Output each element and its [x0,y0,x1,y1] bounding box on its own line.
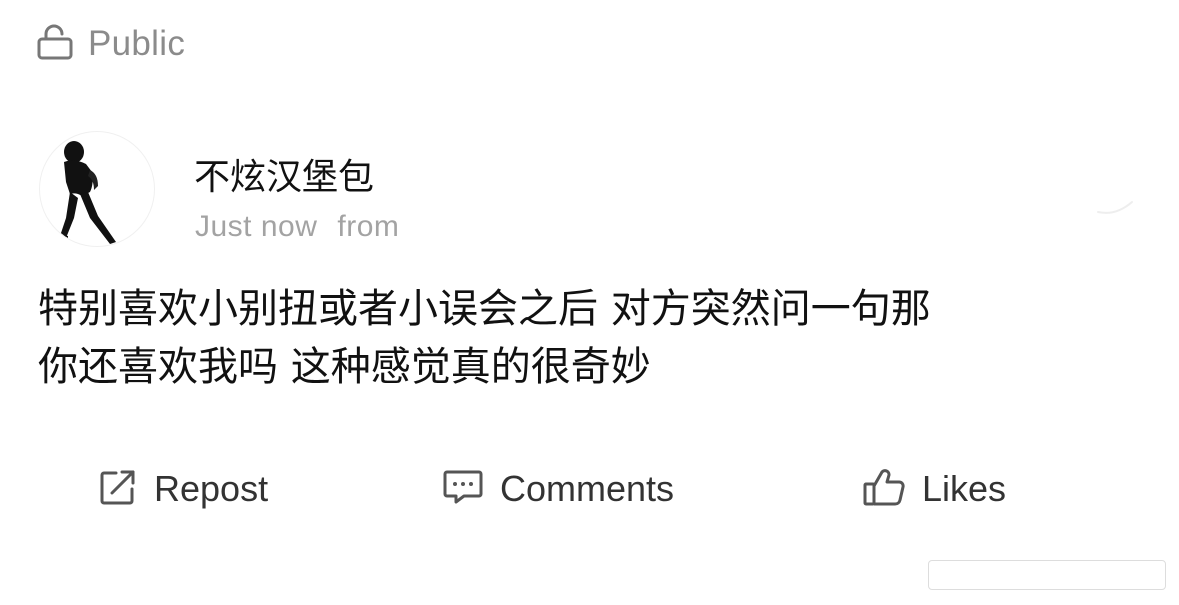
action-bar: Repost Comments Likes [0,458,1179,520]
likes-label: Likes [922,468,1007,509]
visibility-label: Public [88,24,186,63]
repost-label: Repost [154,468,269,509]
visibility-indicator[interactable]: Public [36,22,185,66]
thumbs-up-icon [862,466,906,512]
source-label: from [337,210,400,243]
repost-icon [98,467,138,511]
like-button[interactable]: Likes [862,458,1006,520]
username[interactable]: 不炫汉堡包 [194,148,374,200]
timestamp: Just now [195,210,318,243]
comments-button[interactable]: Comments [442,458,674,520]
unlock-icon [36,23,74,65]
avatar[interactable] [40,132,154,246]
post-meta: Just now from [195,210,399,244]
repost-button[interactable]: Repost [98,458,268,520]
post-content: 特别喜欢小别扭或者小误会之后 对方突然问一句那 你还喜欢我吗 这种感觉真的很奇妙 [38,280,1148,396]
post-text-line: 你还喜欢我吗 这种感觉真的很奇妙 [38,344,651,390]
post-text-line: 特别喜欢小别扭或者小误会之后 对方突然问一句那 [38,286,931,332]
home-indicator [928,560,1166,590]
post-author-header: 不炫汉堡包 Just now from [38,128,1138,253]
comments-label: Comments [500,468,675,509]
comment-icon [442,467,484,511]
more-options-icon[interactable] [1092,190,1138,224]
